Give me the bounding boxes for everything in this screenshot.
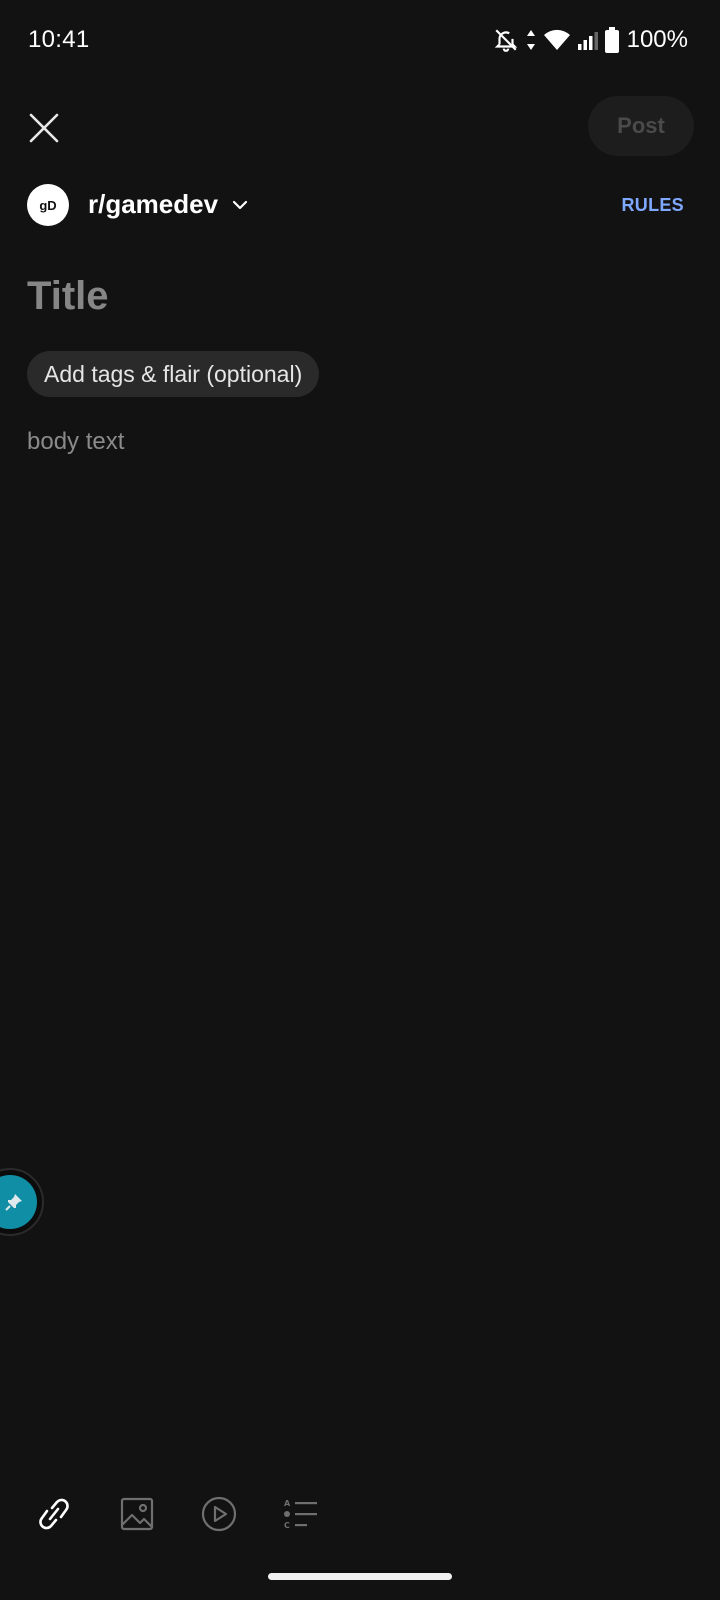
home-indicator[interactable] (268, 1573, 452, 1580)
battery-icon (604, 27, 619, 53)
status-icons: 100% (493, 24, 688, 56)
community-name: r/gamedev (88, 189, 219, 219)
floating-bubble[interactable] (0, 1168, 44, 1236)
battery-percentage: 100% (626, 26, 688, 53)
status-bar: 10:41 100% (0, 0, 720, 84)
body-text-input[interactable] (27, 428, 687, 928)
community-row: gD r/gamedev RULES (0, 180, 720, 230)
add-tags-flair-button[interactable]: Add tags & flair (optional) (27, 351, 320, 397)
attach-link-button[interactable] (28, 1488, 80, 1540)
bell-off-icon (493, 27, 519, 53)
community-avatar[interactable]: gD (27, 184, 69, 226)
chevron-down-icon (232, 200, 248, 209)
title-input[interactable] (27, 268, 687, 324)
create-poll-button[interactable]: A C (275, 1488, 327, 1540)
video-icon (201, 1496, 237, 1532)
close-icon (29, 113, 59, 143)
svg-text:C: C (284, 1521, 290, 1530)
floating-bubble-inner (0, 1175, 37, 1229)
status-time: 10:41 (28, 26, 90, 53)
wifi-icon (543, 28, 571, 52)
top-bar: Post (0, 84, 720, 170)
svg-text:A: A (284, 1499, 291, 1508)
poll-icon: A C (284, 1499, 317, 1530)
rules-link[interactable]: RULES (621, 195, 684, 216)
data-arrows-icon (525, 28, 537, 52)
signal-icon (577, 29, 599, 51)
post-button[interactable]: Post (588, 96, 694, 156)
image-icon (120, 1497, 154, 1531)
community-selector[interactable]: r/gamedev (88, 189, 248, 220)
composer-toolbar: A C (0, 1488, 720, 1548)
attach-video-button[interactable] (193, 1488, 245, 1540)
link-icon (39, 1498, 69, 1530)
close-button[interactable] (20, 104, 68, 152)
attach-image-button[interactable] (111, 1488, 163, 1540)
pin-icon (5, 1194, 22, 1211)
